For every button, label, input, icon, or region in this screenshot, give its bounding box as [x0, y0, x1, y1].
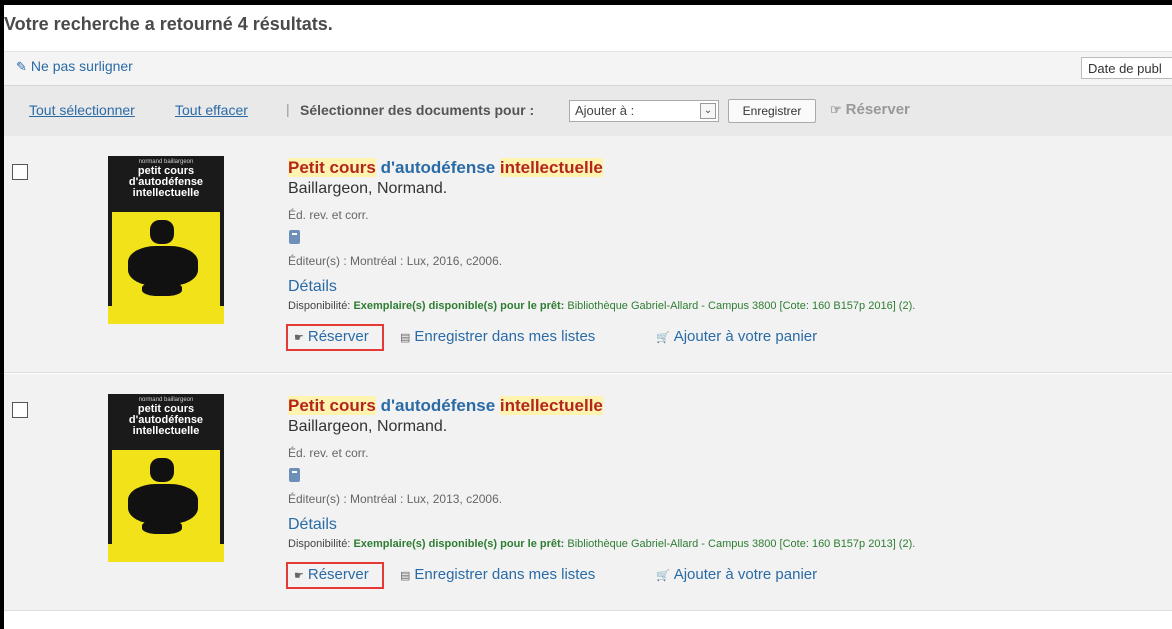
- no-highlight-label: Ne pas surligner: [30, 58, 133, 74]
- add-to-cart-label: Ajouter à votre panier: [673, 566, 818, 583]
- toolbar-reserve-label: Réserver: [845, 101, 910, 118]
- toolbar-separator: |: [286, 101, 290, 117]
- book-icon: [289, 468, 300, 482]
- save-to-lists-button[interactable]: ▤ Enregistrer dans mes listes: [400, 566, 595, 583]
- clear-all-link[interactable]: Tout effacer: [175, 102, 248, 118]
- result-checkbox[interactable]: [12, 402, 28, 418]
- add-to-cart-label: Ajouter à votre panier: [673, 328, 818, 345]
- results-count-heading: Votre recherche a retourné 4 résultats.: [4, 14, 333, 34]
- book-icon: [289, 230, 300, 244]
- availability-label: Disponibilité:: [288, 538, 351, 550]
- chevron-down-icon: ⌄: [700, 103, 716, 119]
- save-to-lists-button[interactable]: ▤ Enregistrer dans mes listes: [400, 328, 595, 345]
- result-checkbox[interactable]: [12, 164, 28, 180]
- title-text: d'autodéfense: [380, 396, 496, 415]
- cover-illustration: [112, 212, 220, 306]
- pencil-icon: ✎: [16, 59, 27, 74]
- hand-icon: ☛: [294, 332, 304, 344]
- selection-toolbar: Tout sélectionner Tout effacer | Sélecti…: [4, 85, 1172, 137]
- hand-icon: ☛: [294, 570, 304, 582]
- hand-icon: ☞: [830, 102, 842, 117]
- list-icon: ▤: [400, 332, 411, 344]
- book-cover-image[interactable]: normand baillargeon petit cours d'autodé…: [108, 394, 224, 562]
- book-cover-image[interactable]: normand baillargeon petit cours d'autodé…: [108, 156, 224, 324]
- result-edition: Éd. rev. et corr.: [288, 208, 369, 222]
- availability-location: Bibliothèque Gabriel-Allard - Campus 380…: [567, 538, 916, 550]
- select-docs-label: Sélectionner des documents pour :: [300, 102, 535, 118]
- title-highlight: Petit cours: [288, 158, 376, 177]
- availability-status: Exemplaire(s) disponible(s) pour le prêt…: [353, 300, 565, 312]
- reserve-label: Réserver: [307, 328, 369, 345]
- toolbar-reserve-button[interactable]: ☞ Réserver: [830, 101, 910, 118]
- sort-select[interactable]: Date de publ: [1081, 57, 1172, 79]
- title-highlight: intellectuelle: [499, 396, 603, 415]
- title-highlight: Petit cours: [288, 396, 376, 415]
- availability-text: Disponibilité: Exemplaire(s) disponible(…: [288, 538, 915, 550]
- cover-footer: [108, 306, 224, 324]
- result-author: Baillargeon, Normand.: [288, 418, 448, 435]
- reserve-button[interactable]: ☛ Réserver: [294, 566, 369, 583]
- save-button[interactable]: Enregistrer: [728, 99, 816, 123]
- title-highlight: intellectuelle: [499, 158, 603, 177]
- cover-title: petit cours d'autodéfense intellectuelle: [128, 165, 204, 199]
- add-to-select[interactable]: Ajouter à : ⌄: [569, 100, 719, 122]
- availability-location: Bibliothèque Gabriel-Allard - Campus 380…: [567, 300, 916, 312]
- cover-title: petit cours d'autodéfense intellectuelle: [128, 403, 204, 437]
- reserve-button[interactable]: ☛ Réserver: [294, 328, 369, 345]
- availability-text: Disponibilité: Exemplaire(s) disponible(…: [288, 300, 915, 312]
- result-edition: Éd. rev. et corr.: [288, 446, 369, 460]
- result-item: normand baillargeon petit cours d'autodé…: [4, 374, 1172, 611]
- result-title-link[interactable]: Petit cours d'autodéfense intellectuelle: [288, 396, 603, 416]
- reserve-label: Réserver: [307, 566, 369, 583]
- add-to-select-value: Ajouter à :: [575, 103, 635, 118]
- availability-label: Disponibilité:: [288, 300, 351, 312]
- no-highlight-link[interactable]: ✎ Ne pas surligner: [16, 58, 133, 75]
- cart-icon: 🛒: [656, 570, 670, 582]
- cover-footer: [108, 544, 224, 562]
- result-title-link[interactable]: Petit cours d'autodéfense intellectuelle: [288, 158, 603, 178]
- cover-illustration: [112, 450, 220, 544]
- add-to-cart-button[interactable]: 🛒 Ajouter à votre panier: [656, 328, 817, 345]
- select-all-link[interactable]: Tout sélectionner: [29, 102, 135, 118]
- result-publisher: Éditeur(s) : Montréal : Lux, 2013, c2006…: [288, 492, 503, 506]
- details-link[interactable]: Détails: [288, 516, 337, 534]
- result-item: normand baillargeon petit cours d'autodé…: [4, 136, 1172, 373]
- add-to-cart-button[interactable]: 🛒 Ajouter à votre panier: [656, 566, 817, 583]
- result-author: Baillargeon, Normand.: [288, 180, 448, 197]
- result-publisher: Éditeur(s) : Montréal : Lux, 2016, c2006…: [288, 254, 503, 268]
- details-link[interactable]: Détails: [288, 278, 337, 296]
- search-results-page: Votre recherche a retourné 4 résultats. …: [4, 5, 1172, 629]
- availability-status: Exemplaire(s) disponible(s) pour le prêt…: [353, 538, 565, 550]
- cart-icon: 🛒: [656, 332, 670, 344]
- save-to-lists-label: Enregistrer dans mes listes: [414, 328, 596, 345]
- list-icon: ▤: [400, 570, 411, 582]
- highlight-bar: ✎ Ne pas surligner Date de publ: [4, 51, 1172, 85]
- title-text: d'autodéfense: [380, 158, 496, 177]
- save-to-lists-label: Enregistrer dans mes listes: [414, 566, 596, 583]
